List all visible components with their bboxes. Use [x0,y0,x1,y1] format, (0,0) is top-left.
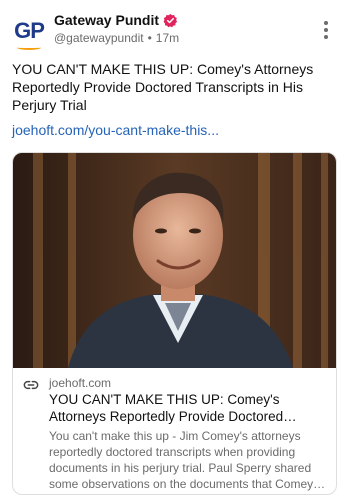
link-card-image[interactable] [13,153,336,368]
link-card[interactable]: joehoft.com YOU CAN'T MAKE THIS UP: Come… [12,152,337,495]
handle[interactable]: @gatewaypundit [54,31,144,45]
post-text: YOU CAN'T MAKE THIS UP: Comey's Attorney… [12,61,314,113]
display-name[interactable]: Gateway Pundit [54,12,159,28]
post-header: GP Gateway Pundit @gatewaypundit • 17m [0,0,350,56]
name-row: Gateway Pundit [54,12,178,28]
more-vertical-icon[interactable] [316,20,336,40]
link-card-body[interactable]: joehoft.com YOU CAN'T MAKE THIS UP: Come… [13,368,336,494]
verified-badge-icon [163,13,178,28]
link-card-domain: joehoft.com [49,376,112,390]
post-meta: @gatewaypundit • 17m [54,31,179,45]
social-post: GP Gateway Pundit @gatewaypundit • 17m Y… [0,0,350,500]
link-icon [23,377,39,393]
post-link[interactable]: joehoft.com/you-cant-make-this... [12,122,219,138]
avatar[interactable]: GP [12,14,46,50]
avatar-logo-text: GP [14,18,45,43]
link-card-title[interactable]: YOU CAN'T MAKE THIS UP: Comey's Attorney… [49,391,331,425]
timestamp[interactable]: 17m [156,31,179,45]
meta-separator: • [147,31,152,45]
link-card-description: You can't make this up - Jim Comey's att… [49,429,314,491]
avatar-swoosh [17,45,41,50]
